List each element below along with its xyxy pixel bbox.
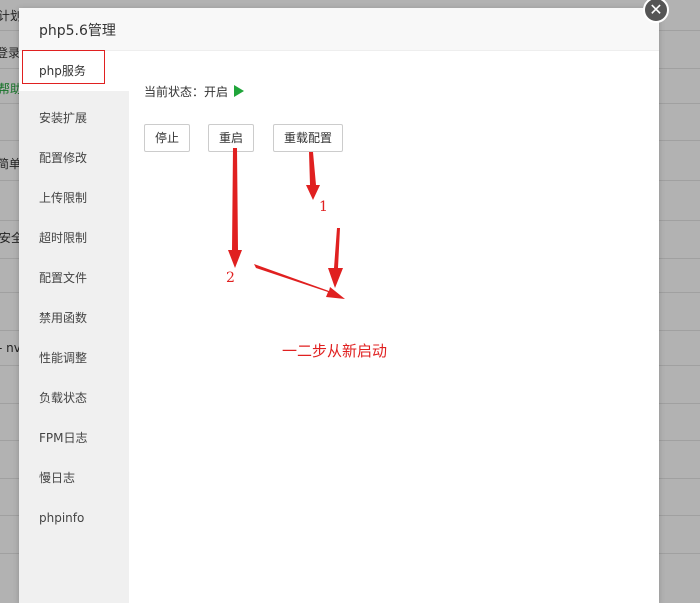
sidebar-item-php-service[interactable]: php服务: [19, 51, 129, 91]
play-icon: [234, 85, 245, 97]
status-label: 当前状态：开启: [144, 85, 229, 99]
service-status: 当前状态：开启: [144, 83, 245, 100]
dialog-header: php5.6管理: [19, 8, 659, 51]
sidebar-item-slow-log[interactable]: 慢日志: [19, 458, 129, 498]
sidebar-item-load-status[interactable]: 负载状态: [19, 378, 129, 418]
sidebar-item-timeout-limit[interactable]: 超时限制: [19, 218, 129, 258]
sidebar-item-install-extension[interactable]: 安装扩展: [19, 98, 129, 138]
reload-config-button[interactable]: 重载配置: [273, 124, 343, 152]
sidebar-item-phpinfo[interactable]: phpinfo: [19, 498, 129, 538]
annotation-number-2: 2: [226, 270, 235, 286]
sidebar-item-disabled-functions[interactable]: 禁用函数: [19, 298, 129, 338]
dialog-sidebar: php服务 安装扩展 配置修改 上传限制 超时限制 配置文件 禁用函数 性能调整…: [19, 51, 129, 603]
annotation-number-1: 1: [319, 199, 328, 215]
restart-button[interactable]: 重启: [208, 124, 254, 152]
sidebar-item-fpm-log[interactable]: FPM日志: [19, 418, 129, 458]
php-service-panel: 当前状态：开启 停止 重启 重载配置: [129, 51, 659, 603]
annotation-note: 一二步从新启动: [282, 342, 388, 360]
sidebar-item-config-file[interactable]: 配置文件: [19, 258, 129, 298]
sidebar-item-upload-limit[interactable]: 上传限制: [19, 178, 129, 218]
sidebar-item-performance-tuning[interactable]: 性能调整: [19, 338, 129, 378]
dialog-title: php5.6管理: [39, 23, 116, 39]
stop-button[interactable]: 停止: [144, 124, 190, 152]
sidebar-item-config-edit[interactable]: 配置修改: [19, 138, 129, 178]
php-manage-dialog: php5.6管理 php服务 安装扩展 配置修改 上传限制 超时限制 配置文件 …: [19, 8, 659, 603]
